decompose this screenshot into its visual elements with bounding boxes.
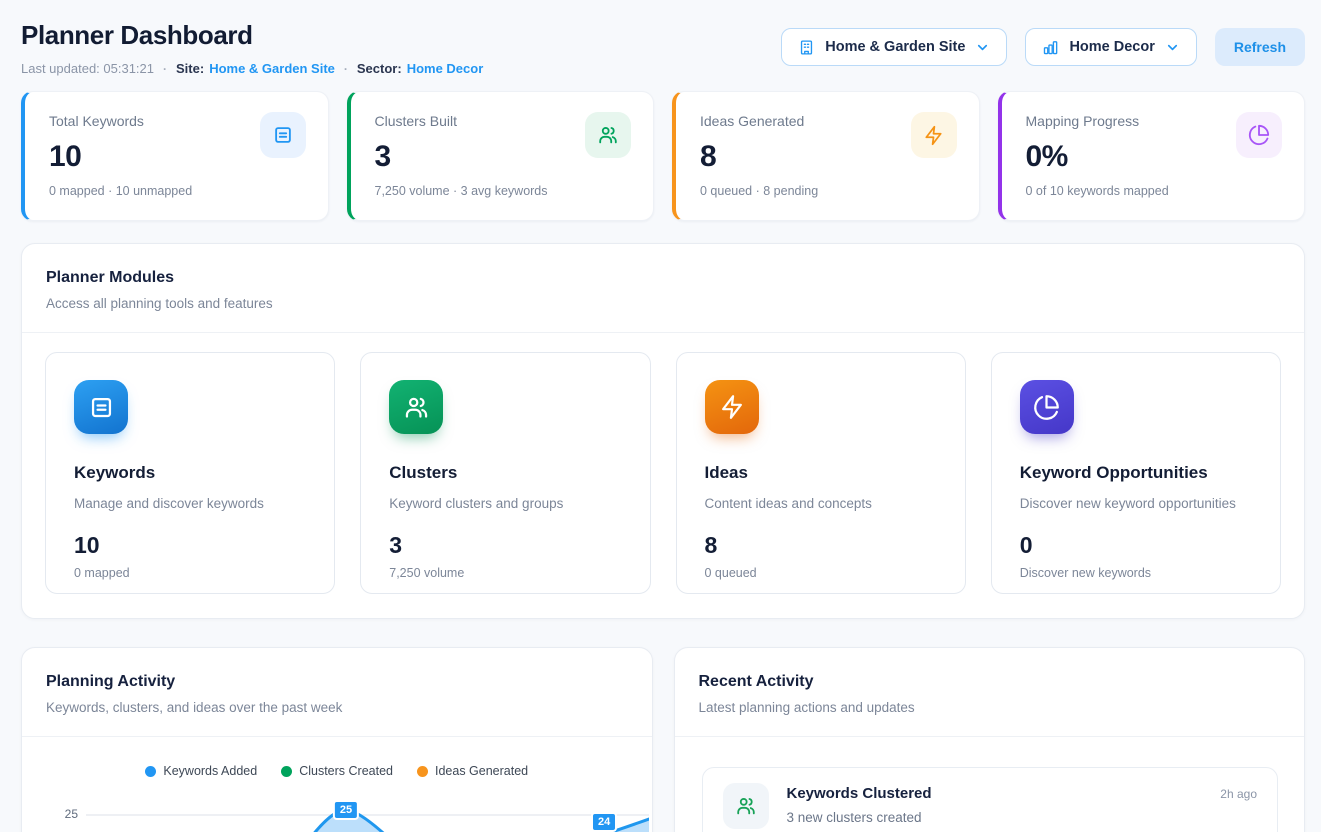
page-title: Planner Dashboard (21, 20, 483, 51)
site-label: Site: (176, 61, 204, 76)
sector-label: Sector: (357, 61, 402, 76)
module-title: Clusters (389, 463, 621, 483)
sector-selector-label: Home Decor (1069, 39, 1154, 55)
stat-card-total-keywords: Total Keywords 10 0 mapped · 10 unmapped (21, 91, 329, 221)
module-value: 8 (705, 532, 937, 559)
sector-link[interactable]: Home Decor (407, 61, 484, 76)
legend-item-clusters-created: Clusters Created (281, 764, 393, 778)
modules-panel-header: Planner Modules Access all planning tool… (22, 244, 1304, 333)
module-card-keyword-opportunities[interactable]: Keyword Opportunities Discover new keywo… (991, 352, 1281, 594)
area-chart: 25 24 (86, 787, 649, 832)
module-subtext: Discover new keywords (1020, 566, 1252, 580)
chevron-down-icon (975, 40, 990, 55)
planning-activity-subtitle: Keywords, clusters, and ideas over the p… (46, 700, 628, 715)
activity-item-title: Keywords Clustered (787, 785, 932, 802)
module-card-clusters[interactable]: Clusters Keyword clusters and groups 3 7… (360, 352, 650, 594)
legend-dot-green (281, 766, 292, 777)
stat-subtext: 0 of 10 keywords mapped (1026, 184, 1281, 198)
document-icon (260, 112, 306, 158)
users-icon (389, 380, 443, 434)
activity-item-keywords-clustered[interactable]: Keywords Clustered 3 new clusters create… (702, 767, 1279, 832)
users-icon (585, 112, 631, 158)
modules-panel-title: Planner Modules (46, 269, 1280, 287)
meta-separator: · (344, 62, 348, 76)
planner-dashboard-page: Planner Dashboard Last updated: 05:31:21… (0, 0, 1321, 832)
module-title: Keywords (74, 463, 306, 483)
legend-dot-blue (145, 766, 156, 777)
document-icon (74, 380, 128, 434)
planning-activity-panel: Planning Activity Keywords, clusters, an… (21, 647, 653, 832)
recent-activity-subtitle: Latest planning actions and updates (699, 700, 1281, 715)
bolt-icon (911, 112, 957, 158)
legend-label: Ideas Generated (435, 764, 528, 778)
page-header: Planner Dashboard Last updated: 05:31:21… (21, 14, 1305, 76)
bar-chart-icon (1042, 39, 1059, 56)
pie-chart-icon (1020, 380, 1074, 434)
recent-activity-panel: Recent Activity Latest planning actions … (674, 647, 1306, 832)
header-left: Planner Dashboard Last updated: 05:31:21… (21, 14, 483, 76)
last-updated-text: Last updated: 05:31:21 (21, 61, 154, 76)
modules-panel-subtitle: Access all planning tools and features (46, 296, 1280, 311)
stat-card-clusters-built: Clusters Built 3 7,250 volume · 3 avg ke… (347, 91, 655, 221)
legend-item-ideas-generated: Ideas Generated (417, 764, 528, 778)
legend-label: Clusters Created (299, 764, 393, 778)
bottom-row: Planning Activity Keywords, clusters, an… (21, 647, 1305, 832)
chart-legend: Keywords Added Clusters Created Ideas Ge… (22, 764, 652, 778)
y-axis-tick-25: 25 (40, 807, 78, 821)
bolt-icon (705, 380, 759, 434)
site-selector-label: Home & Garden Site (825, 39, 965, 55)
module-description: Content ideas and concepts (705, 496, 937, 511)
stat-card-ideas-generated: Ideas Generated 8 0 queued · 8 pending (672, 91, 980, 221)
module-subtext: 7,250 volume (389, 566, 621, 580)
pie-chart-icon (1236, 112, 1282, 158)
activity-item-content: Keywords Clustered 3 new clusters create… (787, 783, 932, 825)
activity-item-description: 3 new clusters created (787, 810, 932, 825)
chevron-down-icon (1165, 40, 1180, 55)
stat-subtext: 0 queued · 8 pending (700, 184, 955, 198)
stat-cards-row: Total Keywords 10 0 mapped · 10 unmapped… (21, 91, 1305, 221)
site-meta: Site: Home & Garden Site (176, 61, 335, 76)
module-card-keywords[interactable]: Keywords Manage and discover keywords 10… (45, 352, 335, 594)
modules-grid: Keywords Manage and discover keywords 10… (22, 333, 1304, 618)
module-subtext: 0 queued (705, 566, 937, 580)
module-description: Manage and discover keywords (74, 496, 306, 511)
module-card-ideas[interactable]: Ideas Content ideas and concepts 8 0 que… (676, 352, 966, 594)
building-icon (798, 39, 815, 56)
data-point-label: 25 (333, 800, 359, 820)
planning-activity-header: Planning Activity Keywords, clusters, an… (22, 648, 652, 737)
module-value: 3 (389, 532, 621, 559)
sector-meta: Sector: Home Decor (357, 61, 483, 76)
sector-selector-dropdown[interactable]: Home Decor (1025, 28, 1196, 66)
module-description: Discover new keyword opportunities (1020, 496, 1252, 511)
users-icon (723, 783, 769, 829)
recent-activity-header: Recent Activity Latest planning actions … (675, 648, 1305, 737)
header-meta: Last updated: 05:31:21 · Site: Home & Ga… (21, 61, 483, 76)
stat-card-mapping-progress: Mapping Progress 0% 0 of 10 keywords map… (998, 91, 1306, 221)
refresh-button[interactable]: Refresh (1215, 28, 1305, 66)
area-chart-canvas (86, 787, 649, 832)
module-subtext: 0 mapped (74, 566, 306, 580)
meta-separator: · (163, 62, 167, 76)
legend-item-keywords-added: Keywords Added (145, 764, 257, 778)
site-link[interactable]: Home & Garden Site (209, 61, 335, 76)
header-toolbar: Home & Garden Site Home Decor Refresh (781, 28, 1305, 66)
data-point-label: 24 (591, 812, 617, 832)
stat-subtext: 0 mapped · 10 unmapped (49, 184, 304, 198)
planning-activity-title: Planning Activity (46, 673, 628, 691)
module-title: Ideas (705, 463, 937, 483)
legend-label: Keywords Added (163, 764, 257, 778)
module-description: Keyword clusters and groups (389, 496, 621, 511)
legend-dot-orange (417, 766, 428, 777)
module-value: 0 (1020, 532, 1252, 559)
site-selector-dropdown[interactable]: Home & Garden Site (781, 28, 1007, 66)
activity-item-timestamp: 2h ago (1220, 787, 1257, 801)
module-title: Keyword Opportunities (1020, 463, 1252, 483)
stat-subtext: 7,250 volume · 3 avg keywords (375, 184, 630, 198)
recent-activity-title: Recent Activity (699, 673, 1281, 691)
planner-modules-panel: Planner Modules Access all planning tool… (21, 243, 1305, 619)
module-value: 10 (74, 532, 306, 559)
